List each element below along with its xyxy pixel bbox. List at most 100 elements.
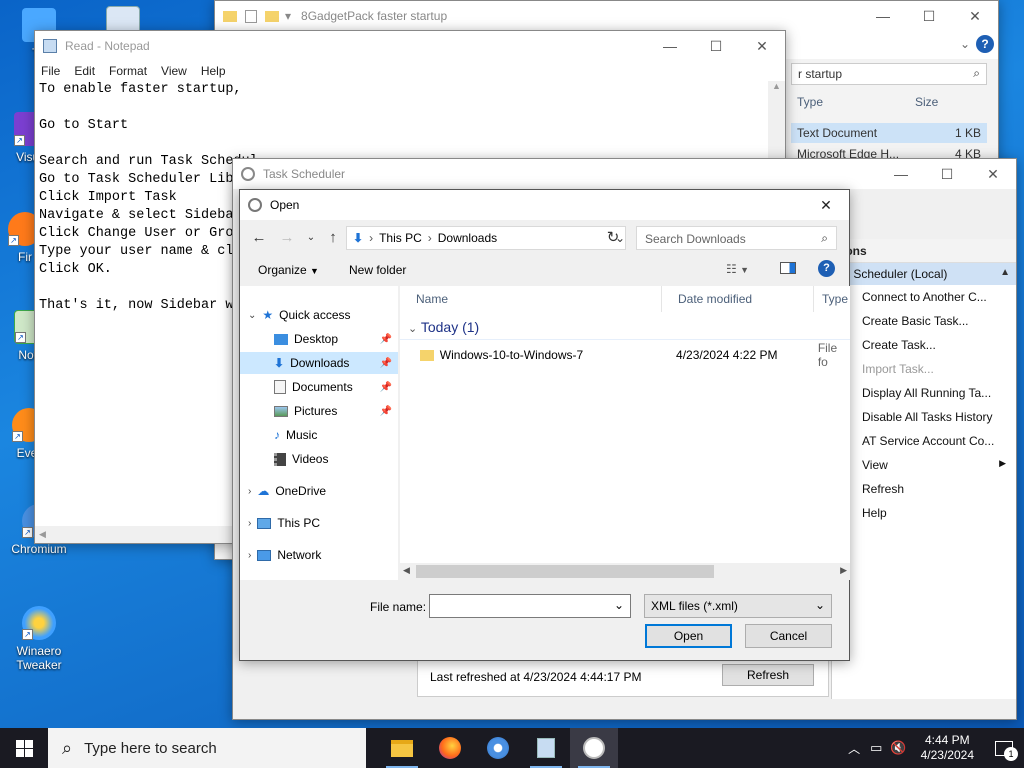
desktop-icon-winaero-tweaker[interactable]: ↗ Winaero Tweaker xyxy=(4,606,74,672)
up-arrow-icon[interactable]: ↑ xyxy=(322,227,344,249)
menu-file[interactable]: File xyxy=(41,64,60,78)
nav-onedrive[interactable]: › ☁ OneDrive xyxy=(248,480,398,502)
nav-downloads[interactable]: ⬇ Downloads 📌 xyxy=(240,352,398,374)
properties-icon[interactable] xyxy=(245,9,257,23)
minimize-button[interactable]: — xyxy=(860,1,906,31)
recent-locations-icon[interactable]: ⌄ xyxy=(300,227,322,249)
search-input[interactable]: Search Downloads ⌕ xyxy=(636,226,837,250)
breadcrumb-this-pc[interactable]: This PC xyxy=(379,231,422,245)
preview-pane-icon[interactable] xyxy=(780,262,796,274)
pin-icon[interactable]: 📌 xyxy=(380,334,392,345)
action-item[interactable]: Refresh xyxy=(832,477,1016,501)
actions-section-task-scheduler-local[interactable]: sk Scheduler (Local) ▲ xyxy=(832,263,1016,285)
maximize-button[interactable]: ☐ xyxy=(693,31,739,61)
new-folder-button[interactable]: New folder xyxy=(349,263,406,277)
scroll-left-icon[interactable]: ◀ xyxy=(35,529,46,540)
scroll-up-icon[interactable]: ▲ xyxy=(768,81,785,91)
minimize-button[interactable]: — xyxy=(878,159,924,189)
expand-chevron-icon[interactable]: › xyxy=(248,550,251,561)
taskbar-task-scheduler[interactable] xyxy=(570,728,618,768)
expand-chevron-icon[interactable]: ⌄ xyxy=(248,310,256,321)
taskbar-file-explorer[interactable] xyxy=(378,728,426,768)
nav-pictures[interactable]: Pictures 📌 xyxy=(240,400,398,422)
nav-desktop[interactable]: Desktop 📌 xyxy=(240,328,398,350)
dropdown-arrow-icon[interactable]: ⌄ xyxy=(614,598,624,612)
pin-icon[interactable]: 📌 xyxy=(380,358,392,369)
cancel-button[interactable]: Cancel xyxy=(745,624,832,648)
scrollbar-thumb[interactable] xyxy=(416,565,714,578)
column-size[interactable]: Size xyxy=(915,95,938,109)
action-item[interactable]: Create Task... xyxy=(832,333,1016,357)
taskbar-chromium[interactable] xyxy=(474,728,522,768)
organize-button[interactable]: Organize ▼ xyxy=(258,263,319,277)
volume-muted-icon[interactable]: 🔇 xyxy=(886,740,910,756)
taskbar-firefox[interactable] xyxy=(426,728,474,768)
new-folder-icon[interactable] xyxy=(265,10,279,22)
menu-format[interactable]: Format xyxy=(109,64,147,78)
action-item[interactable]: View ▶ xyxy=(832,453,1016,477)
action-item[interactable]: Disable All Tasks History xyxy=(832,405,1016,429)
open-button[interactable]: Open xyxy=(645,624,732,648)
action-item[interactable]: Create Basic Task... xyxy=(832,309,1016,333)
view-options-icon[interactable]: ☷ ▼ xyxy=(726,262,749,276)
help-icon[interactable]: ? xyxy=(976,35,994,53)
column-name[interactable]: Name xyxy=(408,286,662,312)
taskbar-notepad[interactable] xyxy=(522,728,570,768)
maximize-button[interactable]: ☐ xyxy=(924,159,970,189)
help-icon[interactable]: ? xyxy=(818,260,835,277)
maximize-button[interactable]: ☐ xyxy=(906,1,952,31)
clock[interactable]: 4:44 PM 4/23/2024 xyxy=(911,733,984,763)
notepad-text-area[interactable]: To enable faster startup, Go to Start Se… xyxy=(39,81,258,315)
dropdown-arrow-icon[interactable]: ⌄ xyxy=(815,598,825,612)
group-header-today[interactable]: ⌄ Today (1) xyxy=(400,316,850,340)
notifications-button[interactable]: 1 xyxy=(984,728,1024,768)
file-name-input[interactable]: ⌄ xyxy=(429,594,631,618)
column-type[interactable]: Type xyxy=(797,95,823,109)
expand-chevron-icon[interactable]: › xyxy=(248,486,251,497)
refresh-button[interactable]: Refresh xyxy=(722,664,814,686)
column-type[interactable]: Type xyxy=(814,286,850,312)
file-type-filter[interactable]: XML files (*.xml) ⌄ xyxy=(644,594,832,618)
action-item[interactable]: Display All Running Ta... xyxy=(832,381,1016,405)
menu-edit[interactable]: Edit xyxy=(74,64,95,78)
pin-icon[interactable]: 📌 xyxy=(380,382,392,393)
nav-videos[interactable]: Videos xyxy=(240,448,398,470)
ribbon-expand-icon[interactable]: ⌄ xyxy=(960,37,970,51)
close-button[interactable]: ✕ xyxy=(952,1,998,31)
menu-help[interactable]: Help xyxy=(201,64,226,78)
refresh-icon[interactable]: ↻ xyxy=(602,227,624,249)
action-item[interactable]: AT Service Account Co... xyxy=(832,429,1016,453)
pin-icon[interactable]: 📌 xyxy=(380,406,392,417)
minimize-button[interactable]: — xyxy=(647,31,693,61)
back-arrow-icon[interactable]: ← xyxy=(248,227,270,249)
nav-quick-access[interactable]: ⌄ ★ Quick access xyxy=(248,304,398,326)
scroll-left-icon[interactable]: ◀ xyxy=(403,565,410,576)
close-button[interactable]: ✕ xyxy=(739,31,785,61)
nav-network[interactable]: › Network xyxy=(248,544,398,566)
expand-chevron-icon[interactable]: › xyxy=(248,518,251,529)
scroll-right-icon[interactable]: ▶ xyxy=(840,565,847,576)
menu-view[interactable]: View xyxy=(161,64,187,78)
breadcrumb-downloads[interactable]: Downloads xyxy=(438,231,497,245)
show-hidden-icons-icon[interactable]: ︿ xyxy=(842,740,866,757)
collapse-chevron-icon[interactable]: ⌄ xyxy=(408,323,417,335)
network-icon[interactable]: ▭ xyxy=(866,740,886,756)
taskbar-search-box[interactable]: ⌕ Type here to search xyxy=(48,728,366,768)
forward-arrow-icon[interactable]: → xyxy=(276,227,298,249)
nav-music[interactable]: ♪ Music xyxy=(240,424,398,446)
action-item[interactable]: Help xyxy=(832,501,1016,525)
quick-access-dropdown-icon[interactable]: ▾ xyxy=(285,9,291,23)
nav-this-pc[interactable]: › This PC xyxy=(248,512,398,534)
start-button[interactable] xyxy=(0,728,48,768)
close-button[interactable]: ✕ xyxy=(970,159,1016,189)
file-row[interactable]: Text Document 1 KB xyxy=(791,123,987,143)
nav-documents[interactable]: Documents 📌 xyxy=(240,376,398,398)
horizontal-scrollbar[interactable]: ◀ ▶ xyxy=(400,563,850,580)
collapse-up-icon[interactable]: ▲ xyxy=(1000,267,1010,281)
close-button[interactable]: ✕ xyxy=(803,190,849,220)
action-item[interactable]: Connect to Another C... xyxy=(832,285,1016,309)
file-row[interactable]: Windows-10-to-Windows-7 4/23/2024 4:22 P… xyxy=(400,341,850,369)
explorer-search-input[interactable]: r startup ⌕ xyxy=(791,63,987,85)
address-bar[interactable]: ⬇ › This PC › Downloads ⌄ xyxy=(346,226,626,250)
column-date-modified[interactable]: Date modified xyxy=(670,286,814,312)
